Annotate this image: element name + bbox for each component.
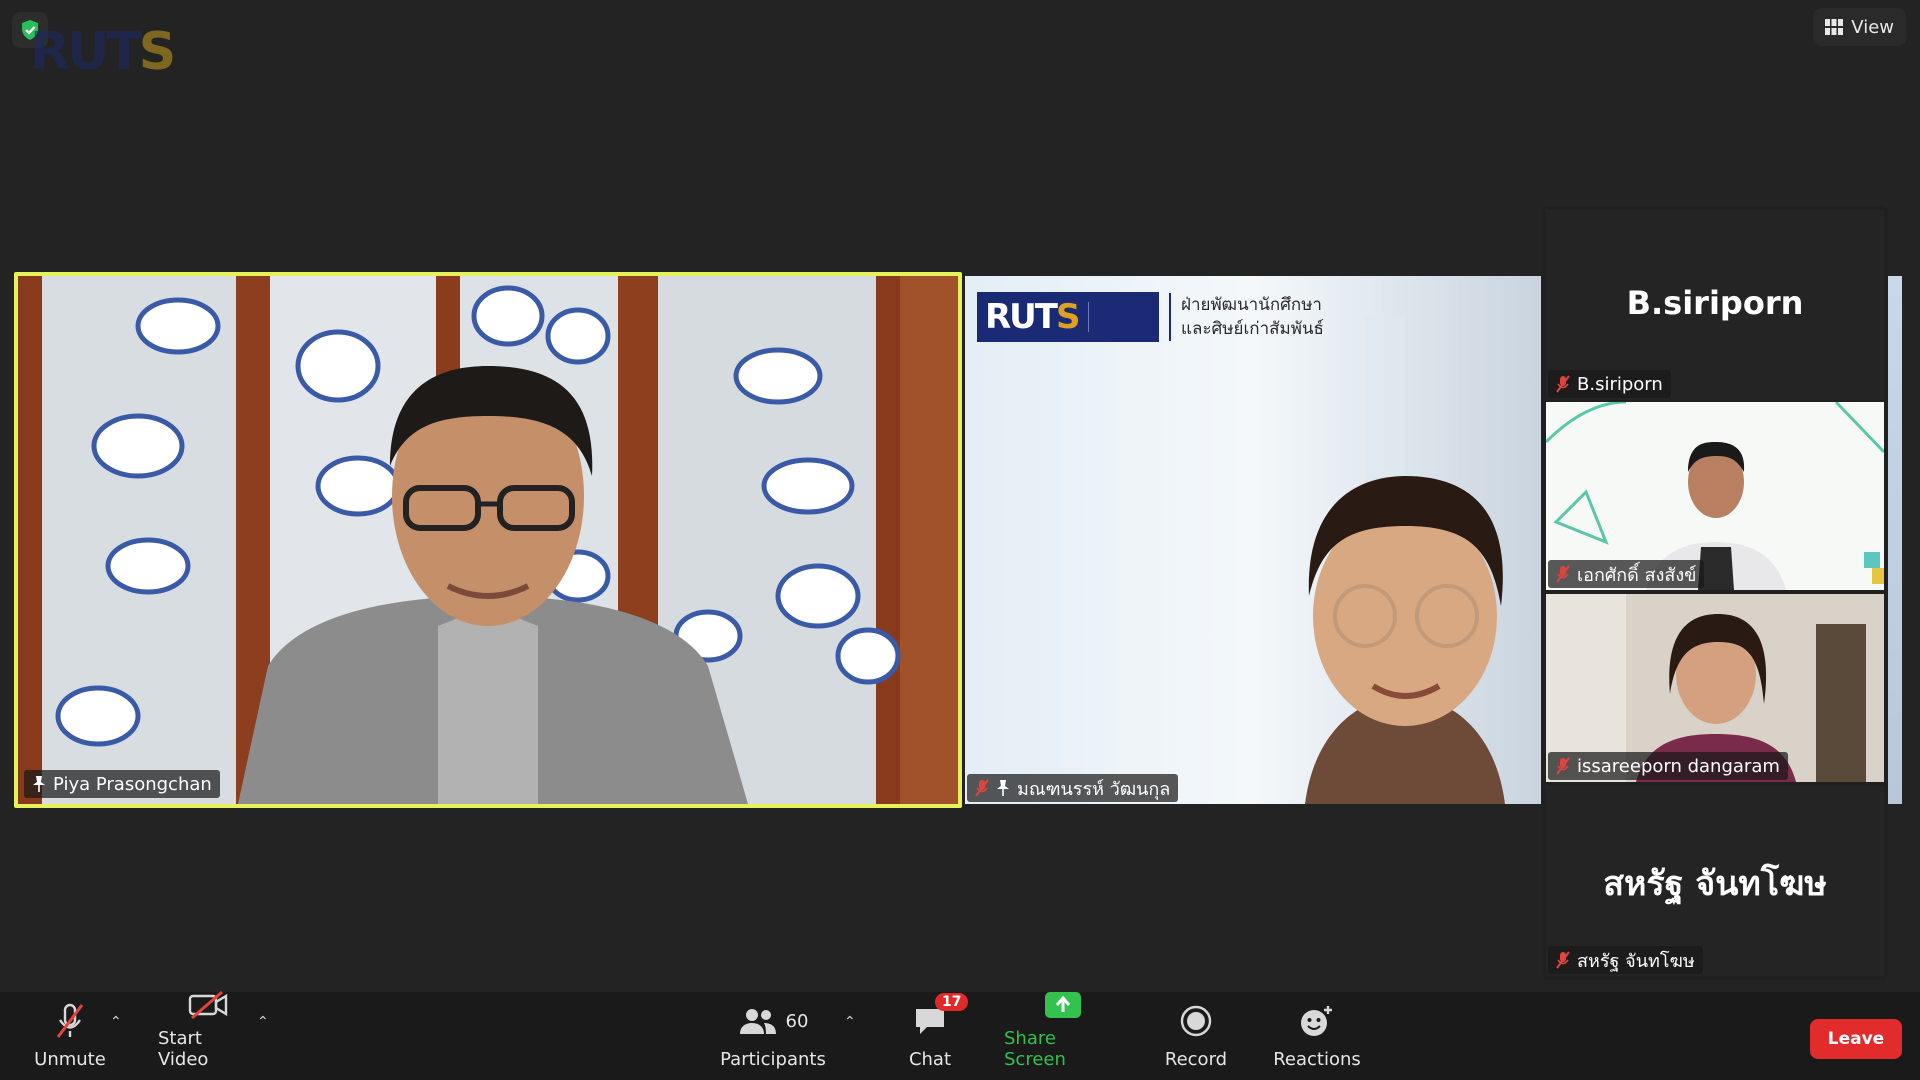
avatar-name-display: B.siriporn: [1626, 284, 1804, 322]
ruts-banner-logo: RUT S: [977, 292, 1159, 342]
video-off-icon: [188, 990, 228, 1020]
start-video-button[interactable]: Start Video: [158, 990, 258, 1080]
video-tile-active-speaker[interactable]: Piya Prasongchan: [14, 272, 962, 808]
record-icon: [1180, 1005, 1212, 1037]
grid-view-icon: [1825, 19, 1844, 35]
reactions-button[interactable]: Reactions: [1272, 992, 1362, 1080]
video-options-chevron[interactable]: ⌃: [257, 1014, 269, 1030]
mic-muted-icon: [56, 1003, 84, 1038]
sidebar-tile-video-2[interactable]: issareeporn dangaram: [1546, 594, 1884, 782]
share-screen-button[interactable]: Share Screen: [1004, 992, 1122, 1080]
leave-button[interactable]: Leave: [1810, 1019, 1902, 1059]
sidebar-name-tag: เอกศักดิ์ สงสังข์: [1548, 560, 1705, 588]
meeting-toolbar: Unmute ⌃ Start Video ⌃ 60 Participants ⌃…: [0, 990, 1920, 1080]
video-tile-participant[interactable]: RUT S ฝ่ายพัฒนานักศึกษา และศิษย์เก่าสัมพั…: [965, 276, 1541, 804]
participants-icon: [739, 1009, 776, 1034]
pin-icon: [33, 776, 45, 792]
ruts-logo-watermark: RUTS: [30, 22, 176, 82]
participants-button[interactable]: 60 Participants: [718, 992, 828, 1080]
mic-muted-icon: [1556, 757, 1570, 775]
sidebar-tile-b-siriporn[interactable]: B.siriporn B.siriporn: [1546, 210, 1884, 400]
ruts-banner: RUT S ฝ่ายพัฒนานักศึกษา และศิษย์เก่าสัมพั…: [977, 292, 1324, 342]
banner-line-2: และศิษย์เก่าสัมพันธ์: [1181, 319, 1324, 339]
speaker-name-tag: Piya Prasongchan: [24, 770, 220, 798]
view-button[interactable]: View: [1813, 8, 1906, 46]
record-label: Record: [1164, 1049, 1228, 1070]
unmute-label: Unmute: [34, 1049, 106, 1070]
view-label: View: [1851, 16, 1894, 38]
sidebar-name-tag: issareeporn dangaram: [1548, 752, 1788, 780]
share-screen-label: Share Screen: [1004, 1028, 1066, 1070]
unmute-button[interactable]: Unmute: [30, 992, 110, 1080]
participant-name: มณฑนรรห์ วัฒนกุล: [1017, 778, 1171, 800]
tile-edge: [1888, 276, 1902, 804]
share-screen-icon: [1045, 992, 1081, 1018]
reactions-icon: [1301, 1006, 1332, 1036]
participant-video-feed: [965, 276, 1541, 804]
speaker-name: Piya Prasongchan: [53, 773, 212, 795]
pin-icon: [997, 780, 1009, 796]
chat-button[interactable]: 17 Chat: [900, 992, 969, 1080]
start-video-label: Start Video: [158, 1028, 209, 1070]
participant-name-tag: มณฑนรรห์ วัฒนกุล: [967, 774, 1179, 802]
sidebar-tile-sahrat[interactable]: สหรัฐ จันทโฆษ สหรัฐ จันทโฆษ: [1546, 786, 1884, 976]
sidebar-name-tag: สหรัฐ จันทโฆษ: [1548, 946, 1703, 974]
mic-muted-icon: [1556, 375, 1570, 393]
chat-unread-badge: 17: [935, 993, 969, 1011]
speaker-video-feed: [18, 276, 958, 804]
reactions-label: Reactions: [1273, 1049, 1361, 1070]
avatar-name-display: สหรัฐ จันทโฆษ: [1603, 864, 1827, 904]
mic-muted-icon: [1556, 951, 1570, 969]
participants-count: 60: [785, 1010, 809, 1032]
mic-muted-icon: [975, 779, 989, 797]
participants-options-chevron[interactable]: ⌃: [844, 1014, 856, 1030]
mic-muted-icon: [1556, 565, 1570, 583]
record-button[interactable]: Record: [1160, 992, 1232, 1080]
sidebar-tile-video-1[interactable]: เอกศักดิ์ สงสังข์: [1546, 402, 1884, 590]
participants-label: Participants: [720, 1049, 826, 1070]
banner-line-1: ฝ่ายพัฒนานักศึกษา: [1181, 295, 1322, 315]
chat-label: Chat: [908, 1049, 952, 1070]
audio-options-chevron[interactable]: ⌃: [110, 1014, 122, 1030]
sidebar-name-tag: B.siriporn: [1548, 370, 1671, 398]
